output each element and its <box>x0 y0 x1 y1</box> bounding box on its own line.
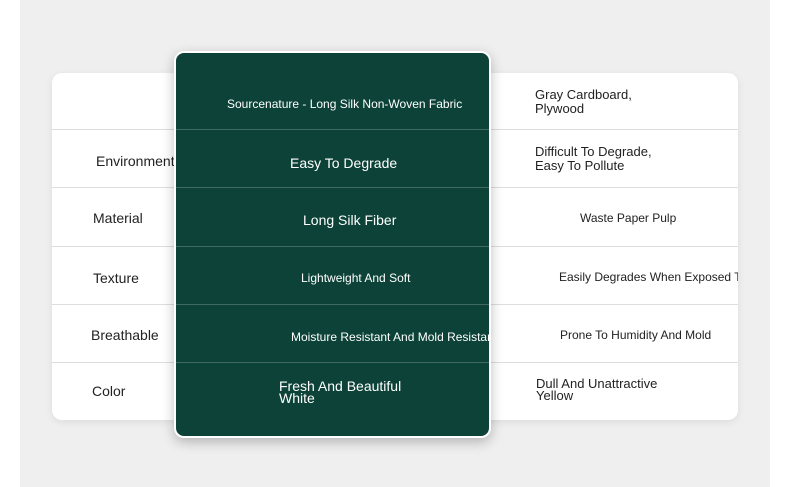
other-value: Dull And Unattractive Yellow <box>536 376 658 403</box>
other-value: Easily Degrades When Exposed To Water <box>559 270 738 284</box>
table-row: Lightweight And Soft <box>176 247 489 305</box>
other-value: Prone To Humidity And Mold <box>560 328 712 342</box>
other-value: Gray Cardboard, Plywood <box>535 87 632 116</box>
table-row: Moisture Resistant And Mold Resistant <box>176 305 489 363</box>
product-name: Sourcenature - Long Silk Non-Woven Fabri… <box>227 97 463 111</box>
our-value: Fresh And Beautiful White <box>279 378 402 406</box>
other-value: Waste Paper Pulp <box>580 211 677 225</box>
other-value: Difficult To Degrade, Easy To Pollute <box>535 144 652 173</box>
row-label: Breathable <box>91 327 159 343</box>
table-row: Fresh And Beautiful White <box>176 363 489 436</box>
table-row: Sourcenature - Long Silk Non-Woven Fabri… <box>176 53 489 130</box>
our-value: Lightweight And Soft <box>301 271 411 285</box>
row-label: Texture <box>93 270 139 286</box>
row-label: Color <box>92 383 126 399</box>
table-row: Long Silk Fiber <box>176 188 489 247</box>
our-value: Easy To Degrade <box>290 155 398 171</box>
table-row: Easy To Degrade <box>176 130 489 188</box>
our-value: Long Silk Fiber <box>303 212 397 228</box>
highlight-column: Sourcenature - Long Silk Non-Woven Fabri… <box>174 51 491 438</box>
row-label: Material <box>93 210 143 226</box>
our-value: Moisture Resistant And Mold Resistant <box>291 330 491 344</box>
